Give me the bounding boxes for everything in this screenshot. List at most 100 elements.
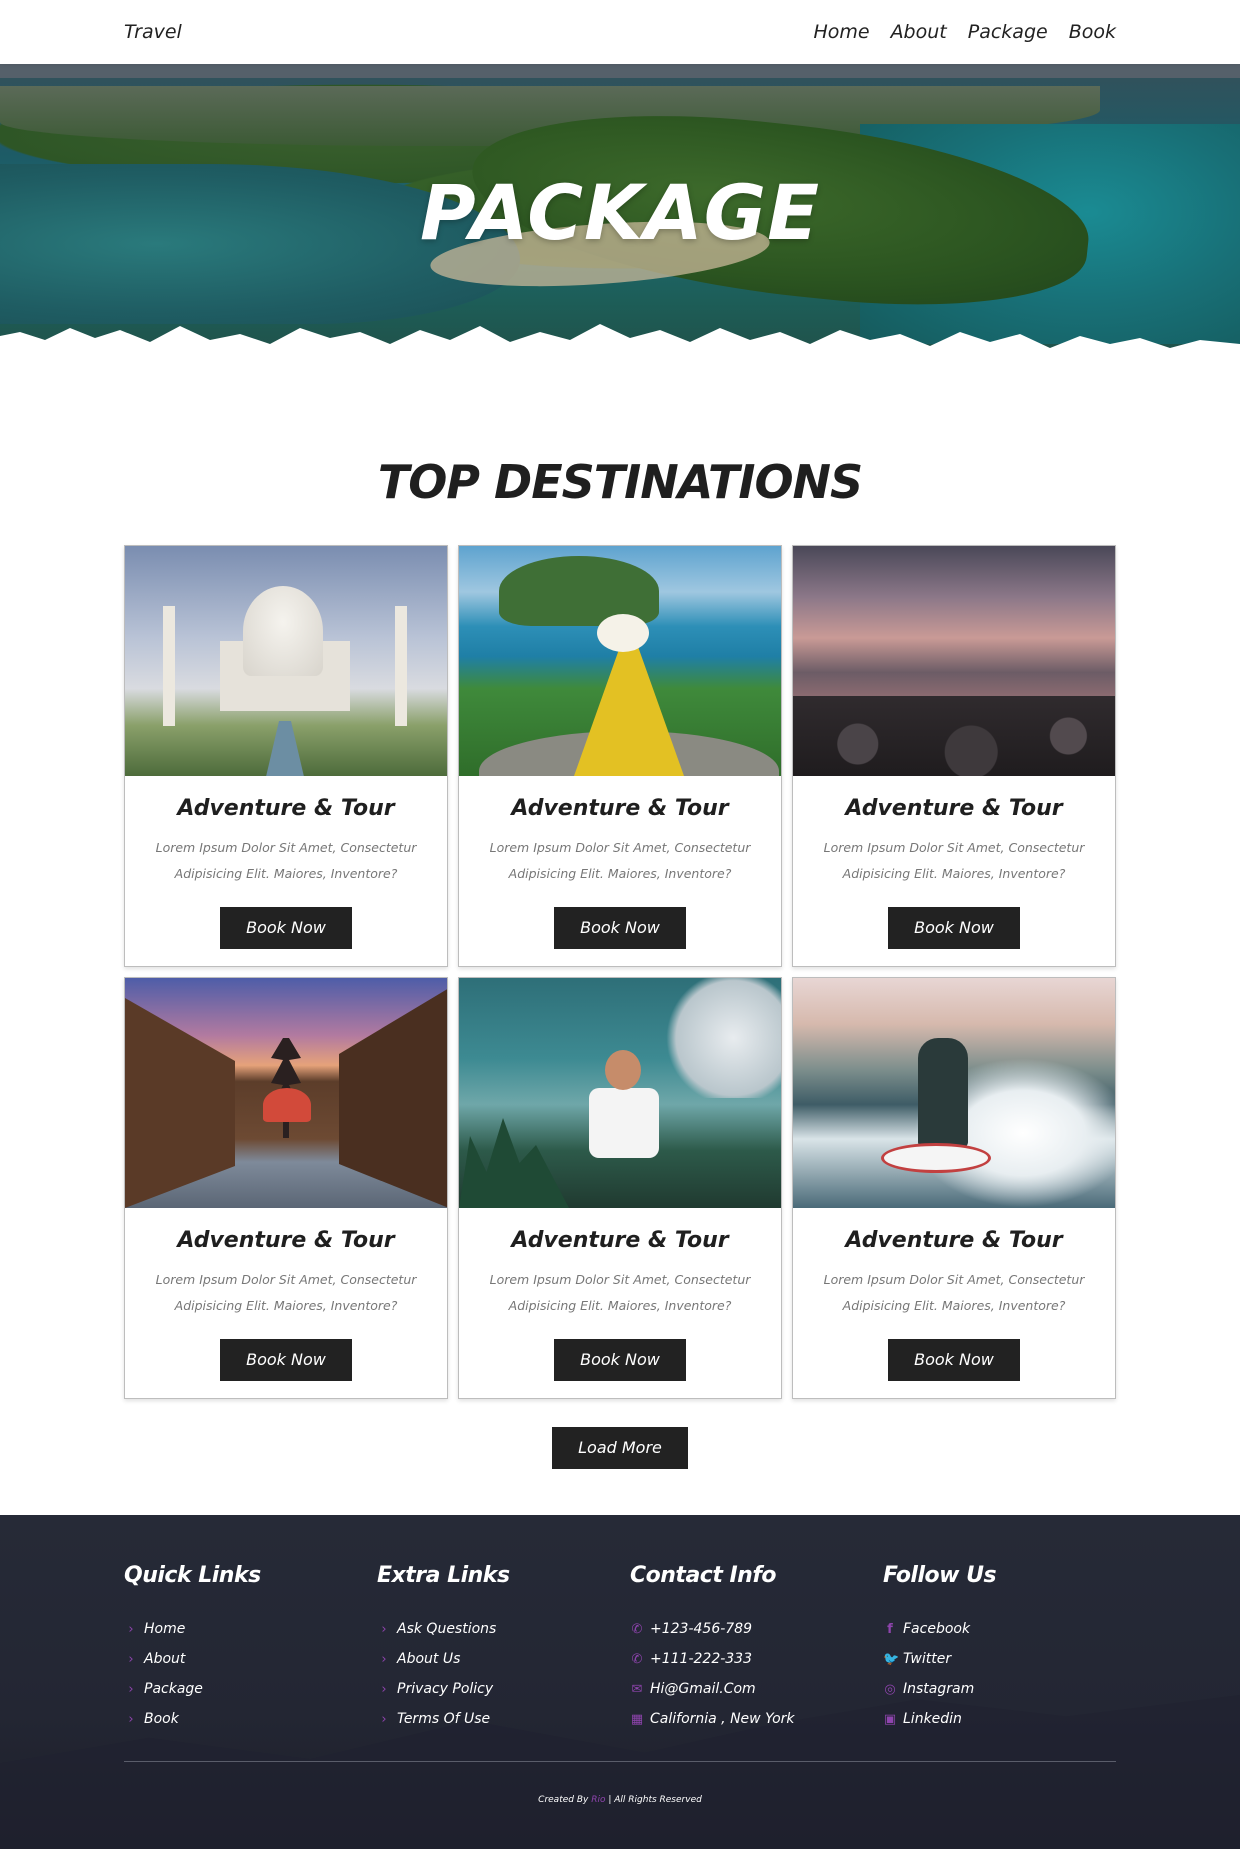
book-now-button[interactable]: Book Now [554, 1339, 686, 1381]
footer-columns: Quick Links › Home › About › Package › Book … [124, 1563, 1116, 1734]
book-now-button[interactable]: Book Now [888, 907, 1020, 949]
footer-link-label: Home [144, 1621, 186, 1637]
book-now-button[interactable]: Book Now [554, 907, 686, 949]
chevron-right-icon: › [381, 1681, 387, 1697]
contact-label: +111-222-333 [650, 1651, 752, 1667]
card-title: Adventure & Tour [177, 1228, 395, 1253]
main-nav: Home About Package Book [813, 21, 1116, 43]
card-description: Lorem Ipsum Dolor Sit Amet, Consectetur … [489, 1272, 751, 1313]
credit-suffix: | All Rights Reserved [608, 1795, 702, 1805]
footer-link-about-us[interactable]: › About Us [377, 1644, 630, 1674]
island-woman-image [459, 546, 781, 776]
linkedin-icon: ▣ [883, 1711, 897, 1727]
contact-label: California , New York [650, 1711, 795, 1727]
social-label: Linkedin [903, 1711, 962, 1727]
contact-label: Hi@Gmail.Com [650, 1681, 756, 1697]
card-description: Lorem Ipsum Dolor Sit Amet, Consectetur … [823, 1272, 1085, 1313]
credit-brand[interactable]: Rio [591, 1795, 605, 1805]
chevron-right-icon: › [381, 1711, 387, 1727]
social-linkedin[interactable]: ▣ Linkedin [883, 1704, 1136, 1734]
footer-extra-links: Extra Links › Ask Questions › About Us › Pr… [377, 1563, 630, 1734]
phone-icon: ✆ [631, 1651, 643, 1667]
destination-card: Adventure & Tour Lorem Ipsum Dolor Sit A… [458, 977, 782, 1399]
card-title: Adventure & Tour [845, 796, 1063, 821]
section-title: TOP DESTINATIONS [377, 455, 863, 509]
footer-link-label: Privacy Policy [397, 1681, 494, 1697]
footer-follow-us: Follow Us f Facebook 🐦 Twitter ◎ Instagram … [883, 1563, 1136, 1734]
contact-label: +123-456-789 [650, 1621, 752, 1637]
footer-link-label: Ask Questions [397, 1621, 497, 1637]
site-header: Travel Home About Package Book [0, 0, 1240, 64]
contact-phone-1[interactable]: ✆ +123-456-789 [630, 1614, 883, 1644]
social-instagram[interactable]: ◎ Instagram [883, 1674, 1136, 1704]
footer-heading: Contact Info [630, 1563, 777, 1588]
map-icon: ▦ [630, 1711, 644, 1727]
nav-book[interactable]: Book [1069, 21, 1116, 43]
book-now-button[interactable]: Book Now [888, 1339, 1020, 1381]
footer-link-terms-of-use[interactable]: › Terms Of Use [377, 1704, 630, 1734]
hero-title: PACKAGE [420, 168, 820, 257]
nav-package[interactable]: Package [968, 21, 1048, 43]
footer-link-label: About [144, 1651, 186, 1667]
footer-quick-links: Quick Links › Home › About › Package › Book [124, 1563, 377, 1734]
footer-link-label: Book [144, 1711, 179, 1727]
brush-stroke-divider [0, 324, 1240, 364]
card-title: Adventure & Tour [511, 1228, 729, 1253]
footer-link-label: Terms Of Use [397, 1711, 491, 1727]
footer-link-label: Package [144, 1681, 203, 1697]
social-label: Facebook [903, 1621, 971, 1637]
destinations-grid: Adventure & Tour Lorem Ipsum Dolor Sit A… [124, 545, 1116, 1399]
card-title: Adventure & Tour [177, 796, 395, 821]
social-label: Twitter [903, 1651, 952, 1667]
chevron-right-icon: › [128, 1711, 134, 1727]
footer-link-book[interactable]: › Book [124, 1704, 377, 1734]
phone-icon: ✆ [631, 1621, 643, 1637]
load-more-button[interactable]: Load More [552, 1427, 688, 1469]
card-description: Lorem Ipsum Dolor Sit Amet, Consectetur … [155, 840, 417, 881]
twitter-icon: 🐦 [883, 1651, 900, 1667]
social-label: Instagram [903, 1681, 975, 1697]
footer-heading: Follow Us [883, 1563, 997, 1588]
footer-contact-info: Contact Info ✆ +123-456-789 ✆ +111-222-333… [630, 1563, 883, 1734]
destination-card: Adventure & Tour Lorem Ipsum Dolor Sit A… [124, 545, 448, 967]
footer-link-about[interactable]: › About [124, 1644, 377, 1674]
nav-home[interactable]: Home [813, 21, 869, 43]
book-now-button[interactable]: Book Now [220, 1339, 352, 1381]
card-description: Lorem Ipsum Dolor Sit Amet, Consectetur … [155, 1272, 417, 1313]
facebook-icon: f [887, 1621, 893, 1637]
chevron-right-icon: › [128, 1651, 134, 1667]
card-title: Adventure & Tour [845, 1228, 1063, 1253]
card-description: Lorem Ipsum Dolor Sit Amet, Consectetur … [489, 840, 751, 881]
social-twitter[interactable]: 🐦 Twitter [883, 1644, 1136, 1674]
contact-phone-2[interactable]: ✆ +111-222-333 [630, 1644, 883, 1674]
taj-mahal-image [125, 546, 447, 776]
hero-banner: PACKAGE [0, 64, 1240, 364]
footer-link-label: About Us [397, 1651, 461, 1667]
kyoto-street-image [125, 978, 447, 1208]
credit-prefix: Created By [538, 1795, 589, 1805]
happy-woman-image [459, 978, 781, 1208]
surfer-image [793, 978, 1115, 1208]
envelope-icon: ✉ [631, 1681, 643, 1697]
rocky-sunset-image [793, 546, 1115, 776]
book-now-button[interactable]: Book Now [220, 907, 352, 949]
footer-link-privacy-policy[interactable]: › Privacy Policy [377, 1674, 630, 1704]
chevron-right-icon: › [381, 1651, 387, 1667]
footer-heading: Quick Links [124, 1563, 261, 1588]
card-title: Adventure & Tour [511, 796, 729, 821]
footer-link-package[interactable]: › Package [124, 1674, 377, 1704]
card-description: Lorem Ipsum Dolor Sit Amet, Consectetur … [823, 840, 1085, 881]
social-facebook[interactable]: f Facebook [883, 1614, 1136, 1644]
chevron-right-icon: › [381, 1621, 387, 1637]
destination-card: Adventure & Tour Lorem Ipsum Dolor Sit A… [792, 977, 1116, 1399]
destination-card: Adventure & Tour Lorem Ipsum Dolor Sit A… [458, 545, 782, 967]
contact-location[interactable]: ▦ California , New York [630, 1704, 883, 1734]
site-footer: Quick Links › Home › About › Package › Book … [0, 1515, 1240, 1849]
site-logo[interactable]: Travel [124, 21, 182, 43]
footer-heading: Extra Links [377, 1563, 510, 1588]
nav-about[interactable]: About [891, 21, 947, 43]
footer-link-home[interactable]: › Home [124, 1614, 377, 1644]
contact-email[interactable]: ✉ Hi@Gmail.Com [630, 1674, 883, 1704]
footer-link-ask-questions[interactable]: › Ask Questions [377, 1614, 630, 1644]
instagram-icon: ◎ [884, 1681, 896, 1697]
